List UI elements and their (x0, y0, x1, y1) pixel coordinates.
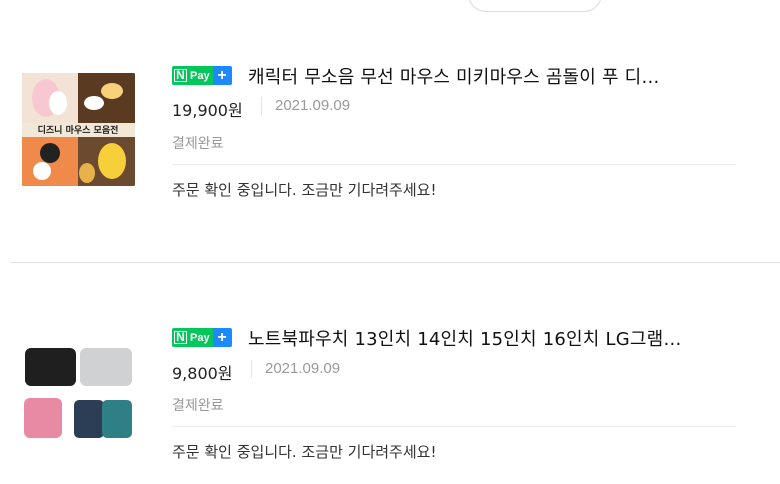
naver-pay-plus-badge: N Pay + (172, 66, 232, 85)
plus-icon: + (212, 66, 232, 85)
order-price: 9,800원 (172, 364, 233, 383)
order-status: 결제완료 (172, 398, 224, 414)
order-price: 19,900원 (172, 101, 243, 120)
product-title[interactable]: 캐릭터 무소음 무선 마우스 미키마우스 곰돌이 푸 디… (248, 63, 738, 89)
top-pill-button[interactable] (468, 0, 602, 12)
product-thumbnail-pouch[interactable] (22, 328, 135, 441)
product-title[interactable]: 노트북파우치 13인치 14인치 15인치 16인치 LG그램… (248, 325, 738, 351)
order-message: 주문 확인 중입니다. 조금만 기다려주세요! (172, 443, 437, 461)
order-date: 2021.09.09 (275, 97, 351, 114)
pay-label: Pay (189, 328, 213, 347)
naver-pay-plus-badge: N Pay + (172, 328, 232, 347)
order-divider (10, 262, 780, 263)
plus-icon: + (212, 328, 232, 347)
order-message: 주문 확인 중입니다. 조금만 기다려주세요! (172, 181, 437, 199)
naver-n-logo-icon: N (174, 68, 187, 82)
thumbnail-caption: 디즈니 마우스 모음전 (38, 124, 119, 136)
order-date: 2021.09.09 (265, 360, 341, 377)
pouch-product-image (22, 328, 135, 441)
inner-divider (172, 164, 736, 165)
price-date-separator (251, 360, 252, 378)
naver-n-logo-icon: N (174, 330, 187, 344)
product-thumbnail-mouse[interactable]: 디즈니 마우스 모음전 (22, 73, 135, 186)
price-date-separator (261, 97, 262, 115)
order-status: 결제완료 (172, 136, 224, 152)
mouse-product-image: 디즈니 마우스 모음전 (22, 73, 135, 186)
inner-divider (172, 426, 736, 427)
pay-label: Pay (189, 66, 213, 85)
